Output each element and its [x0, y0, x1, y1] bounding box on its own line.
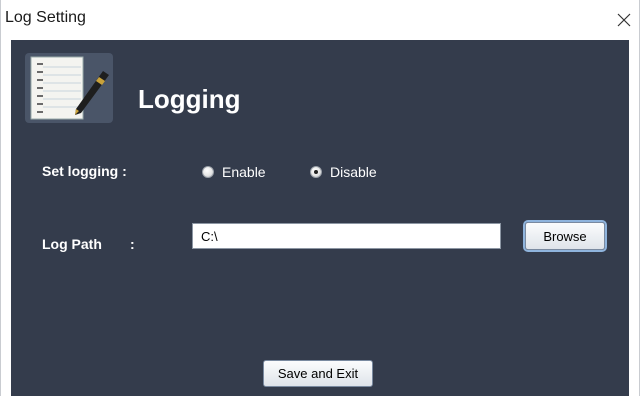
save-and-exit-button[interactable]: Save and Exit: [263, 360, 373, 387]
browse-button[interactable]: Browse: [525, 222, 605, 250]
window-title: Log Setting: [5, 9, 86, 26]
set-logging-label: Set logging :: [42, 163, 127, 179]
disable-radio-dot[interactable]: [310, 166, 322, 178]
log-path-input[interactable]: [192, 223, 501, 249]
disable-radio[interactable]: Disable: [310, 164, 377, 180]
log-path-colon: :: [130, 236, 135, 252]
content-panel: Logging Set logging : Enable Disable Log…: [11, 40, 629, 396]
enable-radio-dot[interactable]: [202, 166, 214, 178]
notebook-pen-icon: [25, 53, 113, 123]
disable-radio-label[interactable]: Disable: [330, 164, 377, 180]
page-title: Logging: [138, 84, 241, 114]
log-setting-window: Log Setting Logging Set logging: Enable…: [0, 0, 640, 396]
log-path-label: Log Path: [42, 236, 102, 252]
title-bar[interactable]: Log Setting: [1, 0, 639, 40]
enable-radio-label[interactable]: Enable: [222, 164, 266, 180]
enable-radio[interactable]: Enable: [202, 164, 266, 180]
close-icon: [617, 13, 631, 27]
close-button[interactable]: [609, 0, 639, 40]
